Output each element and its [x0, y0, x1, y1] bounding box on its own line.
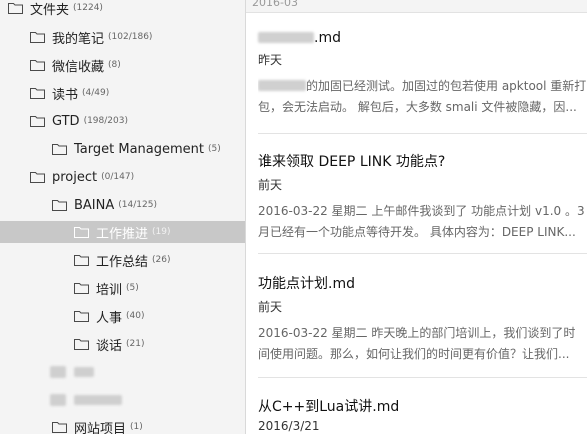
- note-card[interactable]: 谁来领取 DEEP LINK 功能点? 前天 2016-03-22 星期二 上午…: [258, 151, 587, 243]
- redacted-text: [258, 32, 314, 43]
- tree-count: (4/49): [82, 88, 110, 98]
- tree-item-reading[interactable]: 读书 (4/49): [0, 82, 245, 104]
- note-preview-line: 间使用问题。那么，如何让我们的时间更有价值？让我们...: [258, 347, 570, 361]
- tree-item-website-project[interactable]: 网站项目 (1): [0, 416, 245, 434]
- tree-count: (26): [152, 255, 171, 265]
- note-card[interactable]: .md 昨天 的加固已经测试。加固过的包若使用 apktool 重新打 包，会无…: [258, 30, 587, 118]
- note-date: 2016/3/21: [258, 419, 320, 433]
- note-preview-line: 2016-03-22 星期二 昨天晚上的部门培训上，我们谈到了时: [258, 326, 576, 340]
- tree-label: BAINA: [74, 197, 115, 213]
- note-date: 前天: [258, 300, 283, 314]
- note-preview-line: 的加固已经测试。加固过的包若使用 apktool 重新打: [306, 79, 587, 93]
- redacted-folder-icon: [50, 394, 66, 406]
- tree-label: 微信收藏: [52, 59, 105, 75]
- tree-count: (8): [108, 60, 121, 70]
- tree-count: (14/125): [118, 200, 157, 210]
- note-title: 功能点计划.md: [258, 276, 355, 292]
- note-date: 昨天: [258, 53, 283, 67]
- divider: [258, 377, 587, 378]
- note-title: 谁来领取 DEEP LINK 功能点?: [258, 154, 446, 170]
- date-section-header: 2016-03: [246, 0, 587, 13]
- tree-count: (21): [126, 339, 145, 349]
- tree-label: 工作总结: [96, 254, 149, 270]
- note-title: .md: [258, 30, 587, 46]
- tree-item-work-summary[interactable]: 工作总结 (26): [0, 249, 245, 271]
- tree-label: 文件夹: [30, 2, 70, 18]
- tree-count: (102/186): [108, 32, 153, 42]
- note-preview-line: 月已经有一个功能点等待开发。 具体内容为：DEEP LINK...: [258, 225, 576, 239]
- tree-label: project: [52, 169, 98, 185]
- folder-icon: [52, 199, 67, 211]
- note-preview-line: 2016-03-22 星期二 上午邮件我谈到了 功能点计划 v1.0 。3: [258, 204, 585, 218]
- note-preview-line: 包，会无法启动。 解包后，大多数 smali 文件被隐藏，因...: [258, 100, 577, 114]
- folder-icon: [8, 2, 23, 14]
- redacted-folder-icon: [50, 366, 66, 378]
- note-card[interactable]: 从C++到Lua试讲.md 2016/3/21: [258, 396, 587, 433]
- tree-count: (19): [152, 227, 171, 237]
- tree-root-folders[interactable]: 文件夹 (1224): [0, 0, 245, 19]
- tree-label: GTD: [52, 113, 80, 129]
- tree-label: 网站项目: [74, 421, 127, 434]
- redacted-text: [258, 80, 306, 91]
- tree-label: 工作推进: [96, 226, 149, 242]
- folder-icon: [30, 115, 45, 127]
- tree-label: 读书: [52, 87, 79, 103]
- folder-icon: [52, 143, 67, 155]
- note-title: 从C++到Lua试讲.md: [258, 399, 400, 415]
- tree-item-hr[interactable]: 人事 (40): [0, 305, 245, 327]
- tree-count: (5): [126, 283, 139, 293]
- tree-item-wechat[interactable]: 微信收藏 (8): [0, 54, 245, 76]
- tree-label: 我的笔记: [52, 31, 105, 47]
- tree-item-training[interactable]: 培训 (5): [0, 277, 245, 299]
- folder-icon: [30, 87, 45, 99]
- tree-item-work-progress[interactable]: 工作推进 (19): [0, 221, 245, 243]
- divider: [258, 253, 587, 254]
- note-date: 前天: [258, 178, 283, 192]
- note-list: 2016-03 .md 昨天 的加固已经测试。加固过的包若使用 apktool …: [246, 0, 587, 434]
- folder-icon: [52, 421, 67, 433]
- tree-count: (40): [126, 311, 145, 321]
- tree-item-redacted[interactable]: [0, 361, 245, 383]
- folder-icon: [30, 171, 45, 183]
- tree-item-target-management[interactable]: Target Management (5): [0, 138, 245, 160]
- redacted-label: [74, 367, 94, 377]
- folder-icon: [74, 310, 89, 322]
- tree-item-my-notes[interactable]: 我的笔记 (102/186): [0, 26, 245, 48]
- tree-item-talks[interactable]: 谈话 (21): [0, 333, 245, 355]
- folder-icon: [74, 338, 89, 350]
- note-preview: 2016-03-22 星期二 上午邮件我谈到了 功能点计划 v1.0 。3 月已…: [258, 201, 587, 243]
- folder-icon: [74, 226, 89, 238]
- tree-count: (1): [130, 422, 143, 432]
- tree-label: 谈话: [96, 338, 123, 354]
- note-preview: 的加固已经测试。加固过的包若使用 apktool 重新打 包，会无法启动。 解包…: [258, 76, 587, 118]
- folder-sidebar: 文件夹 (1224) 我的笔记 (102/186) 微信收藏 (8) 读书 (4…: [0, 0, 246, 434]
- divider: [258, 133, 587, 134]
- tree-count: (1224): [73, 3, 103, 13]
- tree-item-baina[interactable]: BAINA (14/125): [0, 194, 245, 216]
- tree-item-project[interactable]: project (0/147): [0, 166, 245, 188]
- folder-icon: [30, 59, 45, 71]
- note-card[interactable]: 功能点计划.md 前天 2016-03-22 星期二 昨天晚上的部门培训上，我们…: [258, 273, 587, 365]
- note-preview: 2016-03-22 星期二 昨天晚上的部门培训上，我们谈到了时 间使用问题。那…: [258, 323, 587, 365]
- date-section-label: 2016-03: [252, 0, 298, 9]
- folder-icon: [74, 254, 89, 266]
- tree-count: (0/147): [101, 172, 135, 182]
- folder-icon: [30, 31, 45, 43]
- tree-label: 人事: [96, 310, 123, 326]
- tree-count: (5): [208, 144, 221, 154]
- tree-label: Target Management: [74, 141, 204, 157]
- note-title-text: .md: [314, 30, 341, 46]
- redacted-label: [74, 395, 122, 405]
- tree-count: (198/203): [83, 116, 128, 126]
- tree-item-gtd[interactable]: GTD (198/203): [0, 110, 245, 132]
- tree-item-redacted[interactable]: [0, 389, 245, 411]
- folder-icon: [74, 282, 89, 294]
- tree-label: 培训: [96, 282, 123, 298]
